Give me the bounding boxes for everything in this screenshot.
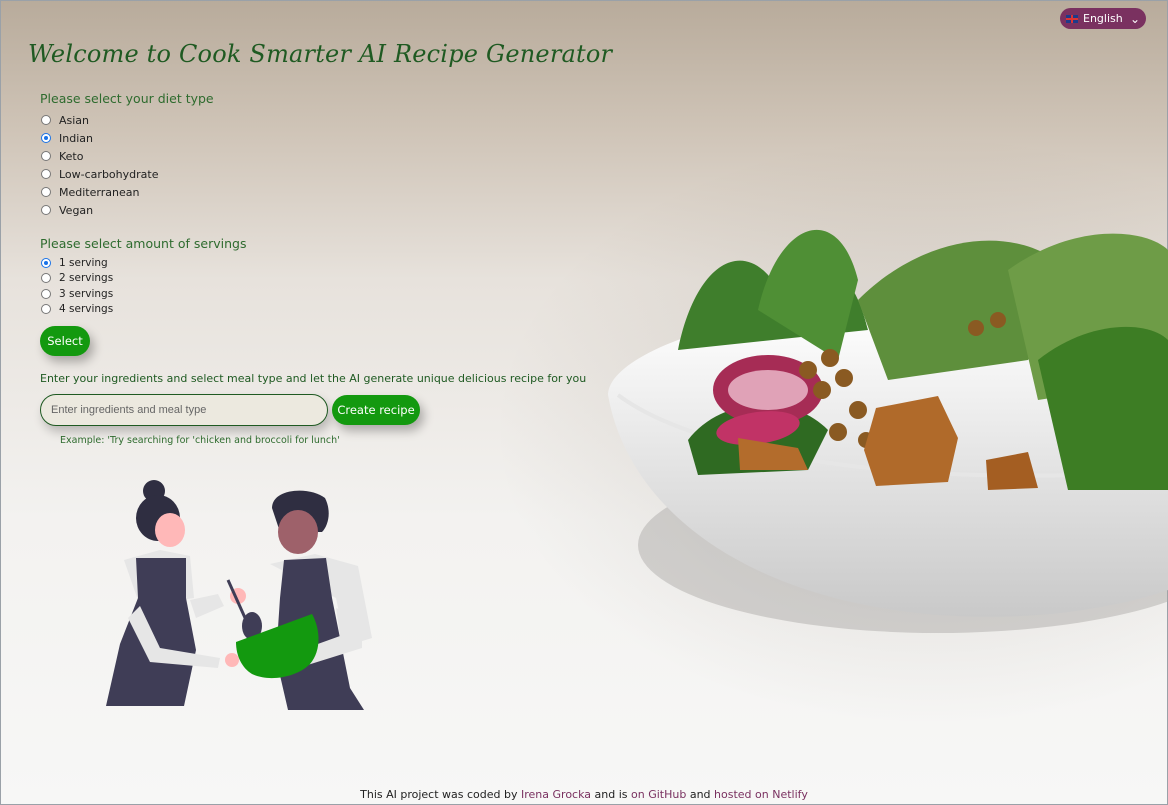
servings-group: 1 serving 2 servings 3 servings 4 servin…	[41, 255, 113, 317]
diet-option-asian[interactable]: Asian	[41, 111, 158, 129]
radio-1-serving[interactable]	[41, 257, 51, 268]
radio-asian[interactable]	[41, 115, 51, 125]
diet-option-vegan[interactable]: Vegan	[41, 201, 158, 219]
diet-option-indian[interactable]: Indian	[41, 129, 158, 147]
salad-bowl-image	[608, 229, 1168, 633]
select-button[interactable]: Select	[40, 326, 90, 356]
github-link[interactable]: on GitHub	[631, 788, 686, 801]
footer-text-middle1: and is	[594, 788, 628, 801]
diet-type-group: Asian Indian Keto Low-carbohydrate Medit…	[41, 111, 158, 219]
uk-flag-icon	[1066, 14, 1078, 23]
netlify-link[interactable]: hosted on Netlify	[714, 788, 808, 801]
diet-option-low-carbohydrate[interactable]: Low-carbohydrate	[41, 165, 158, 183]
language-label: English	[1083, 12, 1123, 25]
footer-text-before: This AI project was coded by	[360, 788, 518, 801]
create-recipe-button[interactable]: Create recipe	[332, 395, 420, 425]
diet-type-label: Please select your diet type	[40, 91, 214, 106]
servings-option-3[interactable]: 3 servings	[41, 286, 113, 302]
diet-option-mediterranean[interactable]: Mediterranean	[41, 183, 158, 201]
ingredients-input[interactable]	[40, 394, 328, 426]
diet-option-keto[interactable]: Keto	[41, 147, 158, 165]
footer-text-middle2: and	[689, 788, 711, 801]
cooking-couple-illustration	[106, 480, 372, 710]
servings-option-2[interactable]: 2 servings	[41, 271, 113, 287]
radio-2-servings[interactable]	[41, 273, 51, 284]
radio-3-servings[interactable]	[41, 288, 51, 299]
author-link[interactable]: Irena Grocka	[521, 788, 591, 801]
example-hint: Example: 'Try searching for 'chicken and…	[60, 435, 340, 446]
language-select[interactable]: English ⌄	[1060, 8, 1146, 29]
instructions-text: Enter your ingredients and select meal t…	[40, 372, 587, 385]
servings-option-4[interactable]: 4 servings	[41, 302, 113, 318]
radio-keto[interactable]	[41, 151, 51, 161]
radio-indian[interactable]	[41, 133, 51, 143]
chevron-down-icon: ⌄	[1129, 11, 1140, 26]
radio-4-servings[interactable]	[41, 304, 51, 315]
radio-low-carbohydrate[interactable]	[41, 169, 51, 179]
radio-vegan[interactable]	[41, 205, 51, 215]
page-title: Welcome to Cook Smarter AI Recipe Genera…	[28, 40, 613, 68]
radio-mediterranean[interactable]	[41, 187, 51, 197]
servings-label: Please select amount of servings	[40, 236, 247, 251]
footer: This AI project was coded by Irena Grock…	[0, 788, 1168, 801]
servings-option-1[interactable]: 1 serving	[41, 255, 113, 271]
